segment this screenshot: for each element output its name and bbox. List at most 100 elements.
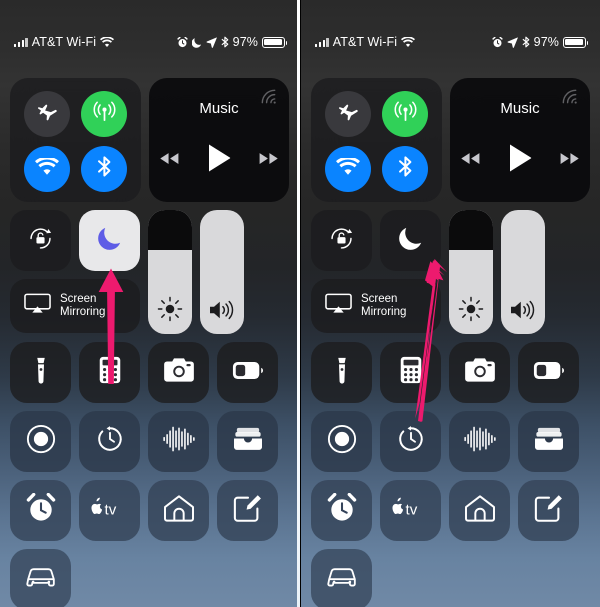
- home-button[interactable]: [449, 480, 510, 541]
- volume-slider[interactable]: [200, 210, 244, 334]
- timer-icon: [396, 424, 426, 459]
- screen-record-icon: [327, 424, 357, 459]
- connectivity-module[interactable]: [10, 78, 141, 202]
- airplane-mode-toggle[interactable]: [24, 91, 70, 137]
- cellular-data-toggle[interactable]: [81, 91, 127, 137]
- cc-second-row: Screen Mirroring: [311, 210, 590, 334]
- control-center: Music Screen Mirroring tv: [10, 78, 289, 607]
- hearing-button[interactable]: [148, 411, 209, 472]
- tile-row-2: [311, 411, 590, 472]
- connectivity-module[interactable]: [311, 78, 442, 202]
- svg-text:tv: tv: [405, 502, 417, 519]
- music-controls: [159, 143, 279, 178]
- volume-slider[interactable]: [501, 210, 545, 334]
- bluetooth-toggle[interactable]: [382, 146, 428, 192]
- driving-focus-button[interactable]: [10, 549, 71, 607]
- car-icon: [326, 566, 358, 593]
- bluetooth-toggle[interactable]: [81, 146, 127, 192]
- low-power-mode-button[interactable]: [217, 342, 278, 403]
- alarm-button[interactable]: [311, 480, 372, 541]
- wifi-icon: [35, 156, 59, 181]
- wallet-icon: [233, 426, 263, 457]
- hearing-button[interactable]: [449, 411, 510, 472]
- alarm-clock-icon: [492, 36, 503, 48]
- home-icon: [163, 494, 195, 527]
- location-arrow-icon: [206, 36, 217, 48]
- notes-button[interactable]: [518, 480, 579, 541]
- wallet-button[interactable]: [217, 411, 278, 472]
- notes-button[interactable]: [217, 480, 278, 541]
- moon-icon: [191, 37, 202, 48]
- brightness-sun-icon: [449, 296, 493, 322]
- moon-icon: [95, 224, 124, 258]
- rewind-icon[interactable]: [159, 151, 180, 171]
- driving-focus-button[interactable]: [311, 549, 372, 607]
- fast-forward-icon[interactable]: [258, 151, 279, 171]
- wifi-icon: [401, 36, 416, 48]
- apple-tv-remote-button[interactable]: tv: [380, 480, 441, 541]
- home-button[interactable]: [148, 480, 209, 541]
- wifi-toggle[interactable]: [24, 146, 70, 192]
- screen-recording-button[interactable]: [311, 411, 372, 472]
- play-icon[interactable]: [206, 143, 232, 178]
- cellular-data-toggle[interactable]: [382, 91, 428, 137]
- alarm-clock-icon: [177, 36, 188, 48]
- hearing-waveform-icon: [463, 426, 497, 457]
- airplay-audio-icon[interactable]: [259, 87, 278, 111]
- fast-forward-icon[interactable]: [559, 151, 580, 171]
- screen-mirroring-button[interactable]: Screen Mirroring: [10, 279, 140, 333]
- status-bar: AT&T Wi-Fi 97%: [0, 33, 299, 51]
- battery-icon: [533, 361, 565, 385]
- calculator-button[interactable]: [380, 342, 441, 403]
- music-module[interactable]: Music: [149, 78, 289, 202]
- tile-row-3: tv: [10, 480, 289, 541]
- airplane-mode-toggle[interactable]: [325, 91, 371, 137]
- tile-row-2: [10, 411, 289, 472]
- timer-button[interactable]: [380, 411, 441, 472]
- do-not-disturb-toggle[interactable]: [380, 210, 441, 271]
- apple-tv-remote-button[interactable]: tv: [79, 480, 140, 541]
- screen-mirroring-icon: [325, 293, 352, 320]
- screen-recording-button[interactable]: [10, 411, 71, 472]
- rotation-lock-toggle[interactable]: [311, 210, 372, 271]
- wallet-button[interactable]: [518, 411, 579, 472]
- play-icon[interactable]: [507, 143, 533, 178]
- timer-icon: [95, 424, 125, 459]
- rotation-lock-toggle[interactable]: [10, 210, 71, 271]
- carrier-label: AT&T Wi-Fi: [332, 35, 398, 49]
- brightness-slider[interactable]: [449, 210, 493, 334]
- camera-button[interactable]: [148, 342, 209, 403]
- wifi-toggle[interactable]: [325, 146, 371, 192]
- cellular-bars-icon: [14, 37, 28, 47]
- tile-row-4: [10, 549, 289, 607]
- toggles-column: Screen Mirroring: [311, 210, 441, 334]
- airplane-icon: [36, 100, 59, 128]
- do-not-disturb-toggle[interactable]: [79, 210, 140, 271]
- low-power-mode-button[interactable]: [518, 342, 579, 403]
- rewind-icon[interactable]: [460, 151, 481, 171]
- music-title: Music: [199, 100, 239, 117]
- camera-button[interactable]: [449, 342, 510, 403]
- music-title: Music: [500, 100, 540, 117]
- timer-button[interactable]: [79, 411, 140, 472]
- tile-row-3: tv: [311, 480, 590, 541]
- camera-icon: [163, 357, 195, 388]
- flashlight-button[interactable]: [10, 342, 71, 403]
- cc-second-row: Screen Mirroring: [10, 210, 289, 334]
- airplane-icon: [337, 100, 360, 128]
- battery-icon: [563, 36, 589, 48]
- flashlight-button[interactable]: [311, 342, 372, 403]
- cc-top-row: Music: [10, 78, 289, 202]
- apple-tv-icon: tv: [391, 497, 431, 524]
- alarm-button[interactable]: [10, 480, 71, 541]
- alarm-clock-icon: [26, 492, 56, 528]
- tile-row-1: [311, 342, 590, 403]
- screen-mirroring-button[interactable]: Screen Mirroring: [311, 279, 441, 333]
- camera-icon: [464, 357, 496, 388]
- airplay-audio-icon[interactable]: [560, 87, 579, 111]
- calculator-button[interactable]: [79, 342, 140, 403]
- car-icon: [25, 566, 57, 593]
- volume-icon: [501, 298, 545, 322]
- brightness-slider[interactable]: [148, 210, 192, 334]
- music-module[interactable]: Music: [450, 78, 590, 202]
